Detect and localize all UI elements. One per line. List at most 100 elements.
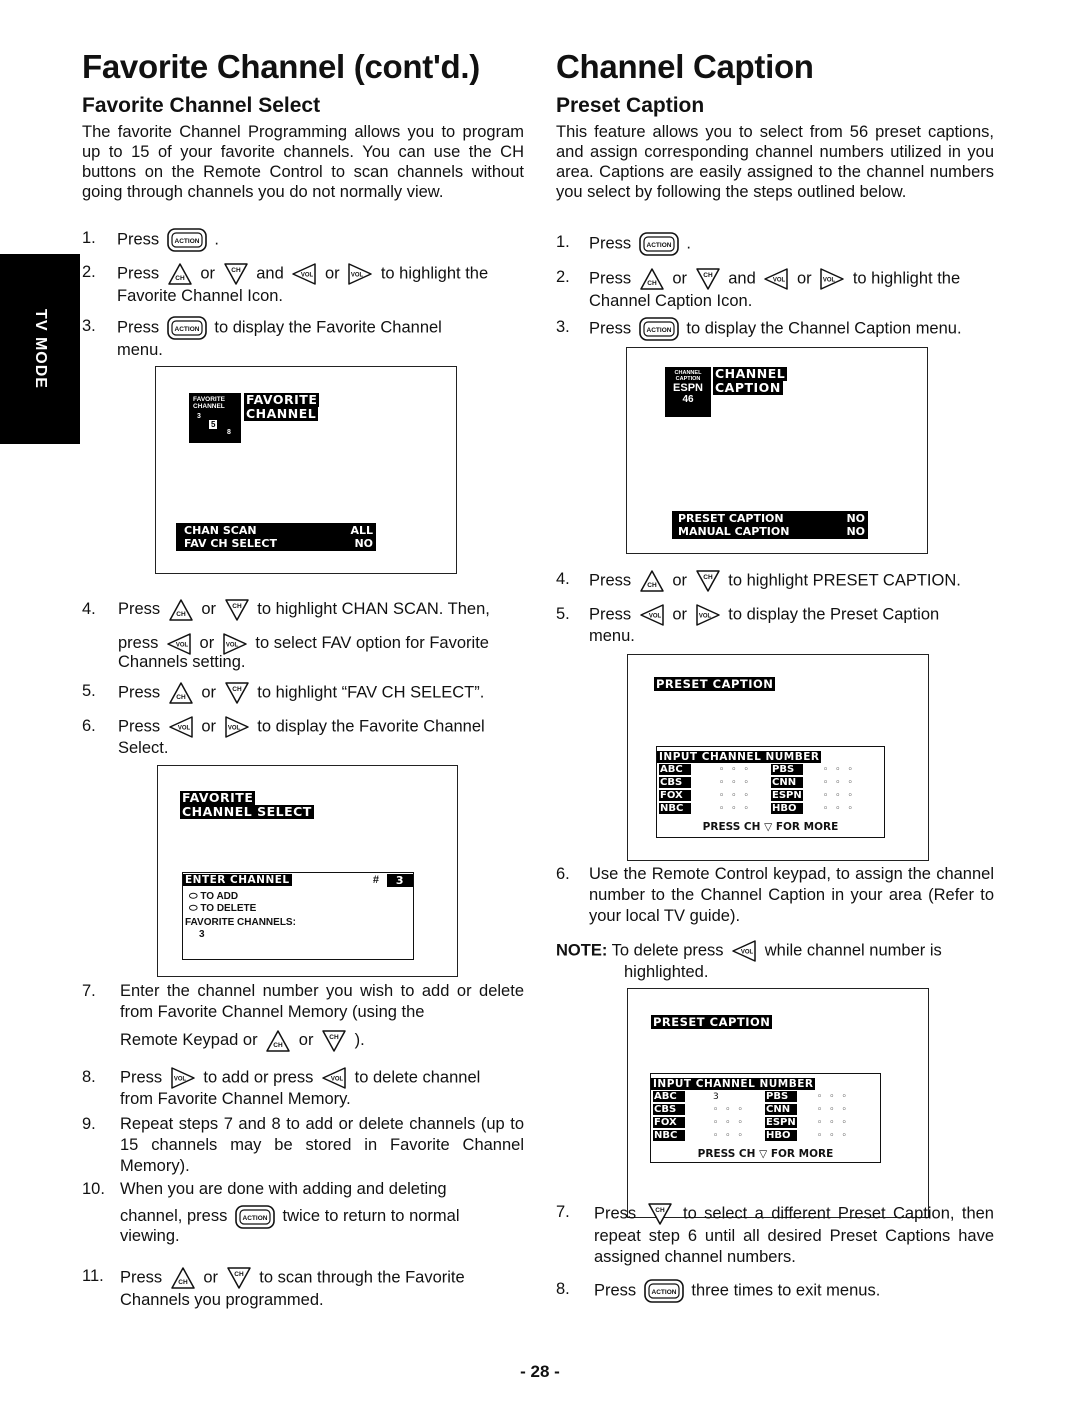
fav-step-7: 7. Enter the channel number you wish to … bbox=[82, 981, 524, 1057]
step-number: 9. bbox=[82, 1115, 96, 1133]
station-label: FOX bbox=[659, 790, 691, 801]
step-number: 5. bbox=[556, 605, 570, 623]
action-button-icon: ACTION bbox=[638, 317, 679, 341]
step-number: 6. bbox=[82, 717, 96, 735]
caption-row[interactable]: CNN ◦◦◦ bbox=[765, 1103, 875, 1116]
svg-text:CH: CH bbox=[647, 582, 657, 589]
caption-intro-paragraph: This feature allows you to select from 5… bbox=[556, 123, 994, 201]
enter-channel-row: ENTER CHANNEL # 3 bbox=[183, 873, 413, 887]
option-label: PRESET CAPTION bbox=[678, 512, 784, 525]
icon-channel-number: 46 bbox=[682, 394, 694, 405]
svg-text:VOL: VOL bbox=[698, 614, 711, 620]
to-add-label: TO ADD bbox=[200, 891, 239, 902]
step-text: twice to return to normal bbox=[282, 1207, 460, 1225]
step-number: 2. bbox=[556, 268, 570, 286]
option-fav-ch-select[interactable]: FAV CH SELECT NO bbox=[176, 537, 376, 550]
volume-up-icon: VOL bbox=[170, 1067, 196, 1089]
option-preset-caption[interactable]: PRESET CAPTION NO bbox=[672, 512, 868, 525]
volume-down-icon: VOL bbox=[639, 604, 665, 626]
volume-down-icon: VOL bbox=[291, 263, 317, 285]
caption-column: PBS ◦◦◦ CNN ◦◦◦ ESPN ◦◦◦ HBO ◦◦◦ bbox=[765, 1090, 875, 1142]
step-text: press bbox=[118, 634, 159, 652]
caption-row[interactable]: ABC 3 bbox=[653, 1090, 765, 1103]
step-text: channel, press bbox=[120, 1207, 228, 1225]
channel-number-value: ◦◦◦ bbox=[713, 1130, 750, 1141]
svg-text:VOL: VOL bbox=[301, 273, 314, 279]
caption-row[interactable]: NBC ◦◦◦ bbox=[659, 802, 771, 815]
option-manual-caption[interactable]: MANUAL CAPTION NO bbox=[672, 525, 868, 538]
fav-step-1: 1. Press ACTION . bbox=[82, 228, 524, 252]
svg-text:CH: CH bbox=[176, 694, 186, 701]
step-text: to select a different Preset Caption, bbox=[683, 1204, 955, 1223]
channel-up-icon: CH bbox=[168, 598, 194, 622]
step-text: to delete channel bbox=[354, 1068, 481, 1087]
icon-label: CHANNEL bbox=[193, 403, 225, 410]
svg-text:ACTION: ACTION bbox=[646, 242, 671, 249]
channel-number-value: ◦◦◦ bbox=[719, 764, 756, 775]
caption-row[interactable]: CNN ◦◦◦ bbox=[771, 776, 881, 789]
caption-row[interactable]: NBC ◦◦◦ bbox=[653, 1129, 765, 1142]
channel-up-icon: CH bbox=[167, 262, 193, 286]
caption-row[interactable]: FOX ◦◦◦ bbox=[659, 789, 771, 802]
option-chan-scan[interactable]: CHAN SCAN ALL bbox=[176, 524, 376, 537]
caption-row[interactable]: FOX ◦◦◦ bbox=[653, 1116, 765, 1129]
channel-down-icon: CH bbox=[223, 262, 249, 286]
step-text: menu. bbox=[589, 627, 635, 645]
menu-title: CHANNEL CAPTION bbox=[713, 367, 788, 395]
caption-column: ABC 3 CBS ◦◦◦ FOX ◦◦◦ NBC ◦◦◦ bbox=[653, 1090, 765, 1142]
down-triangle-icon: ▽ bbox=[764, 821, 773, 833]
svg-text:VOL: VOL bbox=[178, 726, 191, 732]
caption-row[interactable]: CBS ◦◦◦ bbox=[653, 1103, 765, 1116]
channel-number-value: ◦◦◦ bbox=[823, 777, 860, 788]
step-text: to highlight the bbox=[852, 269, 961, 288]
step-text: to highlight PRESET CAPTION. bbox=[728, 571, 961, 590]
svg-text:VOL: VOL bbox=[176, 642, 189, 648]
volume-up-icon: VOL bbox=[224, 716, 250, 738]
station-label: NBC bbox=[653, 1130, 685, 1141]
channel-down-icon: CH bbox=[321, 1029, 347, 1053]
entered-channel-value[interactable]: 3 bbox=[387, 873, 413, 887]
step-text: Press bbox=[594, 1204, 637, 1223]
table-header: INPUT CHANNEL NUMBER bbox=[657, 751, 822, 763]
enter-channel-panel: ENTER CHANNEL # 3 ⬭ TO ADD ⬭ TO DELETE F… bbox=[182, 872, 414, 960]
svg-text:CH: CH bbox=[178, 1279, 188, 1286]
step-text: Press bbox=[594, 1281, 637, 1300]
station-label: ABC bbox=[659, 764, 691, 775]
menu-title-line: FAVORITE bbox=[180, 790, 256, 805]
volume-down-icon: VOL bbox=[321, 1067, 347, 1089]
menu-title: FAVORITE CHANNEL bbox=[244, 393, 320, 421]
caption-row[interactable]: ESPN ◦◦◦ bbox=[765, 1116, 875, 1129]
station-label: CNN bbox=[771, 777, 803, 788]
step-text: Press bbox=[589, 234, 632, 253]
caption-row[interactable]: HBO ◦◦◦ bbox=[771, 802, 881, 815]
step-number: 7. bbox=[82, 982, 96, 1000]
channel-caption-menu-screen: CHANNEL CAPTION ESPN 46 CHANNEL CAPTION … bbox=[626, 347, 928, 554]
caption-row[interactable]: PBS ◦◦◦ bbox=[771, 763, 881, 776]
caption-row[interactable]: CBS ◦◦◦ bbox=[659, 776, 771, 789]
fav-step-5: 5. Press CH or CH to highlight “FAV CH S… bbox=[82, 681, 524, 705]
step-text: . bbox=[686, 234, 691, 253]
caption-row[interactable]: PBS ◦◦◦ bbox=[765, 1090, 875, 1103]
channel-number-value: 3 bbox=[713, 1091, 726, 1102]
down-triangle-icon: ▽ bbox=[759, 1148, 768, 1160]
enter-channel-label: ENTER CHANNEL bbox=[183, 874, 292, 886]
menu-options: CHAN SCAN ALL FAV CH SELECT NO bbox=[176, 523, 376, 551]
caption-column: ABC ◦◦◦ CBS ◦◦◦ FOX ◦◦◦ NBC ◦◦◦ bbox=[659, 763, 771, 815]
caption-row[interactable]: HBO ◦◦◦ bbox=[765, 1129, 875, 1142]
step-number: 4. bbox=[82, 600, 96, 618]
step-text: Press bbox=[117, 264, 160, 283]
caption-step-4: 4. Press CH or CH to highlight PRESET CA… bbox=[556, 569, 994, 593]
svg-text:ACTION: ACTION bbox=[174, 326, 199, 333]
step-text: to display the Favorite Channel bbox=[214, 318, 442, 337]
caption-row[interactable]: ABC ◦◦◦ bbox=[659, 763, 771, 776]
fav-step-2: 2. Press CH or CH and VOL or VOL to high… bbox=[82, 262, 524, 307]
station-label: HBO bbox=[765, 1130, 797, 1141]
step-text: or bbox=[298, 1031, 314, 1049]
page-title-channel-caption: Channel Caption bbox=[556, 48, 814, 85]
caption-row[interactable]: ESPN ◦◦◦ bbox=[771, 789, 881, 802]
step-text: Press bbox=[117, 230, 160, 249]
step-text: to display the Channel Caption menu. bbox=[686, 319, 962, 338]
for-more-label: FOR MORE bbox=[770, 1148, 834, 1160]
svg-text:CH: CH bbox=[175, 275, 185, 282]
step-text: or bbox=[203, 1268, 219, 1287]
